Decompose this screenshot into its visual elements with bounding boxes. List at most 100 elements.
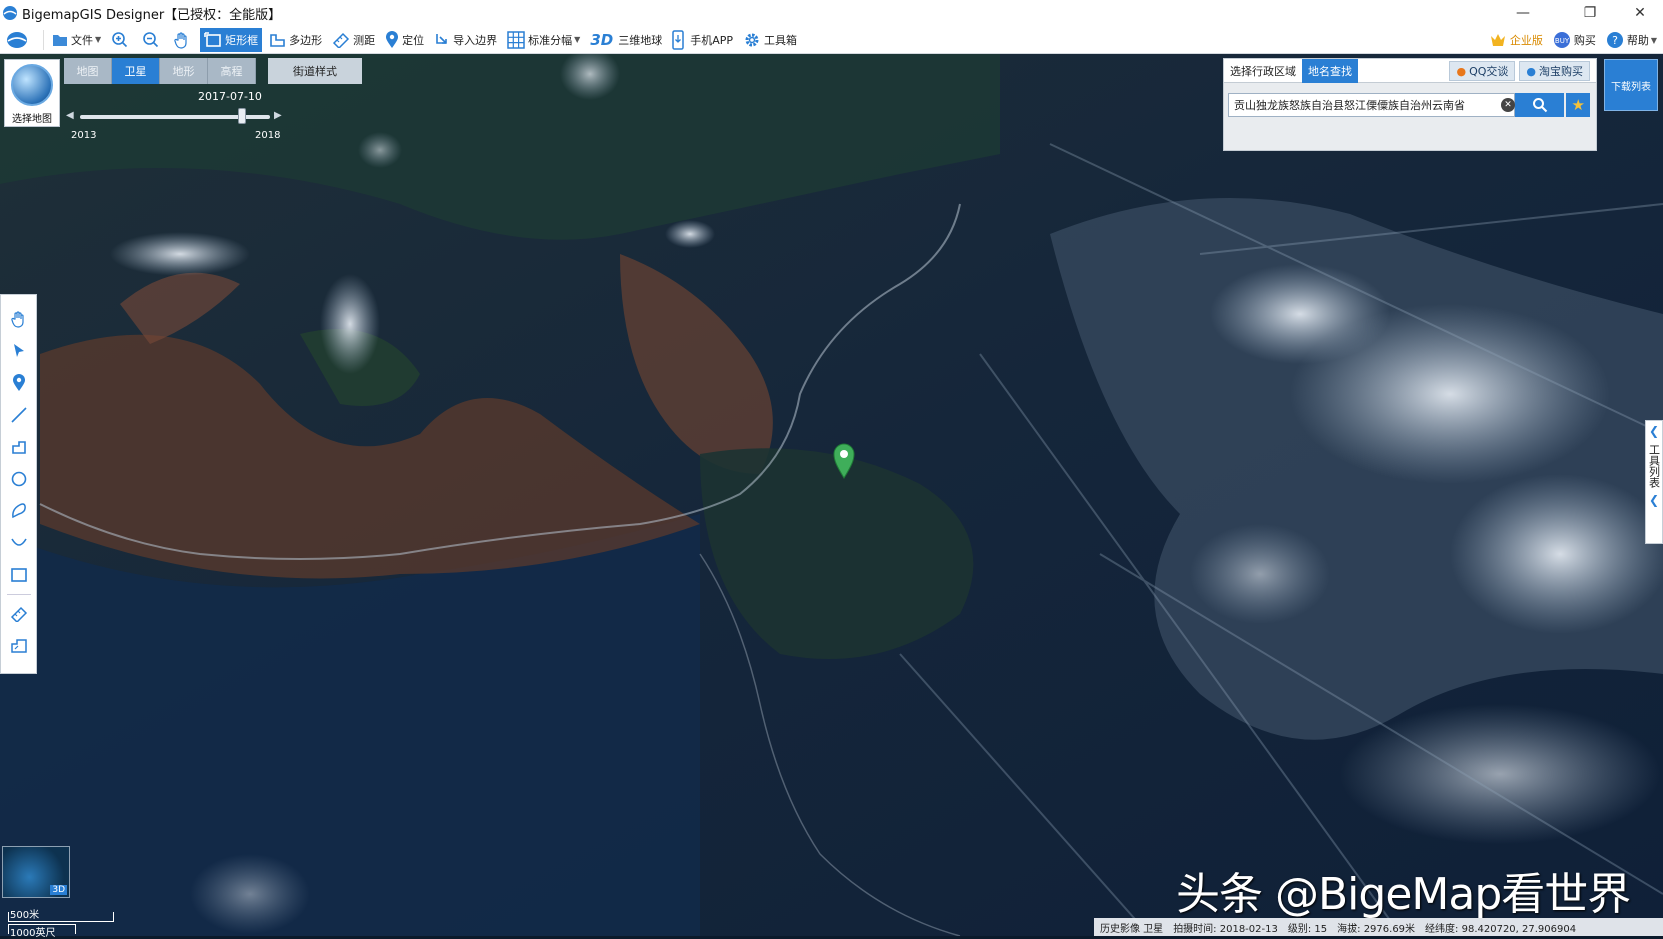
file-menu-button[interactable]: 文件 ▼ xyxy=(48,28,105,52)
clear-icon[interactable]: ✕ xyxy=(1501,98,1515,112)
timeline-date: 2017-07-10 xyxy=(198,90,262,103)
taobao-buy-button[interactable]: ● 淘宝购买 xyxy=(1519,61,1590,81)
search-icon xyxy=(1532,98,1548,113)
chevron-left-icon: ❮ xyxy=(1648,493,1660,507)
area-measure-tool[interactable] xyxy=(5,632,33,660)
location-pin-marker[interactable] xyxy=(833,443,855,479)
timeline-slider-handle[interactable] xyxy=(237,108,246,124)
curve-tool[interactable] xyxy=(5,529,33,557)
svg-text:?: ? xyxy=(1612,34,1618,47)
pan-tool[interactable] xyxy=(5,305,33,333)
rectangle-icon xyxy=(10,568,27,582)
freehand-icon xyxy=(11,503,26,519)
circle-tool[interactable] xyxy=(5,465,33,493)
close-icon[interactable]: ✕ xyxy=(1617,0,1663,26)
folder-icon xyxy=(53,34,67,46)
rectangle-tool[interactable] xyxy=(5,561,33,589)
tab-elevation[interactable]: 高程 xyxy=(208,58,256,84)
chevron-down-icon: ▼ xyxy=(574,35,581,44)
mobile-app-button[interactable]: 手机APP xyxy=(668,28,737,52)
standard-sheet-button[interactable]: 标准分幅 ▼ xyxy=(503,28,584,52)
pan-button[interactable] xyxy=(169,28,198,52)
location-icon xyxy=(386,30,399,48)
toolbar-divider xyxy=(43,29,44,50)
gear-icon xyxy=(745,33,759,46)
download-list-button[interactable]: 下载列表 xyxy=(1604,59,1658,111)
help-button[interactable]: ? 帮助 ▼ xyxy=(1602,28,1661,52)
globe-icon xyxy=(11,64,53,106)
locate-button[interactable]: 定位 xyxy=(381,28,428,52)
marker-tool[interactable] xyxy=(5,369,33,397)
capture-time: 拍摄时间: 2018-02-13 xyxy=(1173,923,1278,935)
line-tool[interactable] xyxy=(5,401,33,429)
polygon-tool[interactable] xyxy=(5,433,33,461)
satellite-map-view[interactable] xyxy=(0,54,1663,936)
polygon-icon xyxy=(270,33,285,47)
zoom-out-button[interactable] xyxy=(138,28,167,52)
minimize-icon[interactable]: — xyxy=(1500,0,1546,26)
measure-tool[interactable] xyxy=(5,600,33,628)
scale-imperial-label: 1000英尺 xyxy=(10,928,56,939)
area-icon xyxy=(10,639,27,653)
imagery-source: 历史影像 卫星 xyxy=(1100,923,1164,935)
cursor-icon xyxy=(13,344,24,357)
chevron-left-icon: ❮ xyxy=(1648,424,1660,438)
imagery-timeline: 2017-07-10 ◀ ▶ 2013 2018 xyxy=(64,86,286,144)
svg-text:BUY: BUY xyxy=(1555,37,1570,45)
map-selector-button[interactable]: 选择地图 xyxy=(4,59,60,127)
tab-satellite[interactable]: 卫星 xyxy=(112,58,160,84)
line-icon xyxy=(10,407,27,423)
window-title: BigemapGIS Designer【已授权：全能版】 xyxy=(22,7,282,23)
hand-icon xyxy=(10,311,24,328)
title-bar: BigemapGIS Designer【已授权：全能版】 — ❐ ✕ xyxy=(0,0,1663,26)
map-type-tabs: 地图 卫星 地形 高程 xyxy=(64,58,256,84)
tool-list-label: 工具列表 xyxy=(1647,444,1661,488)
freehand-tool[interactable] xyxy=(5,497,33,525)
tab-place-search[interactable]: 地名查找 xyxy=(1302,59,1358,83)
search-row: ✕ ★ xyxy=(1228,93,1590,119)
main-toolbar: 文件 ▼ 矩形框 多边形 测距 定位 导入边界 标准分幅 ▼ 3D 三维地球 手机A… xyxy=(0,26,1663,54)
tab-map[interactable]: 地图 xyxy=(64,58,112,84)
contact-links: ● QQ交谈 ● 淘宝购买 xyxy=(1445,61,1590,81)
coordinates: 经纬度: 98.420720, 27.906904 xyxy=(1425,923,1577,935)
qq-chat-button[interactable]: ● QQ交谈 xyxy=(1449,61,1516,81)
status-bar: 历史影像 卫星 拍摄时间: 2018-02-13 级别: 15 海拔: 2976… xyxy=(1094,918,1663,936)
search-input[interactable] xyxy=(1228,93,1516,117)
circle-icon xyxy=(11,471,26,487)
street-style-button[interactable]: 街道样式 xyxy=(268,58,362,84)
timeline-next-icon[interactable]: ▶ xyxy=(274,110,282,121)
toolbar-right-group: 企业版 BUY 购买 ? 帮助 ▼ xyxy=(1485,26,1663,54)
tab-terrain[interactable]: 地形 xyxy=(160,58,208,84)
crown-icon xyxy=(1490,34,1505,46)
star-icon: ★ xyxy=(1571,96,1585,114)
rectangle-select-button[interactable]: 矩形框 xyxy=(200,27,263,52)
zoom-in-button[interactable] xyxy=(107,28,136,52)
buy-icon: BUY xyxy=(1553,32,1570,48)
tab-select-region[interactable]: 选择行政区域 xyxy=(1224,59,1302,83)
import-boundary-button[interactable]: 导入边界 xyxy=(430,28,501,52)
chevron-down-icon: ▼ xyxy=(95,35,102,44)
polygon-button[interactable]: 多边形 xyxy=(264,28,326,52)
select-tool[interactable] xyxy=(5,337,33,365)
map-selector-label: 选择地图 xyxy=(12,114,52,125)
import-boundary-icon xyxy=(436,33,447,44)
search-button[interactable] xyxy=(1515,93,1565,117)
enterprise-button[interactable]: 企业版 xyxy=(1485,28,1547,52)
tool-list-panel-toggle[interactable]: ❮ 工具列表 ❮ xyxy=(1645,420,1663,544)
app-menu-globe-icon[interactable] xyxy=(0,28,37,52)
restore-icon[interactable]: ❐ xyxy=(1567,0,1613,26)
satellite-imagery xyxy=(0,54,1663,936)
polygon-icon xyxy=(11,441,26,454)
overview-globe[interactable]: 3D xyxy=(2,846,70,898)
toolbox-button[interactable]: 工具箱 xyxy=(739,28,801,52)
buy-button[interactable]: BUY 购买 xyxy=(1549,28,1600,52)
favorite-button[interactable]: ★ xyxy=(1566,93,1590,117)
rectangle-select-icon xyxy=(204,31,221,47)
qq-icon: ● xyxy=(1456,64,1467,78)
grid-icon xyxy=(507,30,525,49)
search-panel: 选择行政区域 地名查找 ●QQ交谈 ●淘宝购买 ✕ ★ xyxy=(1223,58,1597,151)
timeline-prev-icon[interactable]: ◀ xyxy=(66,110,74,121)
ruler-icon xyxy=(10,606,27,622)
3d-globe-button[interactable]: 3D 三维地球 xyxy=(586,28,666,52)
measure-distance-button[interactable]: 测距 xyxy=(328,28,379,52)
